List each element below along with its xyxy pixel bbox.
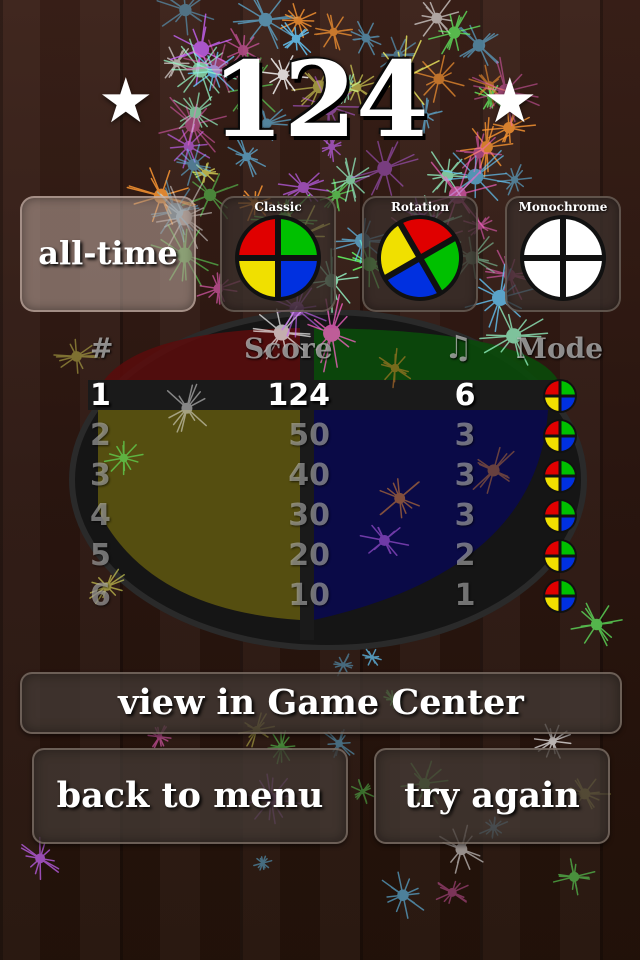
classic-mode-icon: [235, 215, 321, 301]
sparkle: [362, 648, 382, 666]
view-in-game-center-button[interactable]: view in Game Center: [20, 672, 622, 734]
row-notes: 3: [454, 498, 476, 533]
sparkle: [435, 880, 469, 904]
row-score: 124: [267, 378, 330, 413]
music-note-icon: ♫: [444, 328, 473, 366]
classic-mode-icon: [542, 378, 578, 414]
sparkle: [280, 3, 317, 39]
row-notes: 3: [454, 458, 476, 493]
score-row: 4 30 3: [80, 496, 600, 536]
score-row: 2 50 3: [80, 416, 600, 456]
row-rank: 3: [90, 458, 111, 493]
row-score: 40: [288, 458, 330, 493]
row-rank: 6: [90, 578, 111, 613]
monochrome-mode-label: Monochrome: [518, 200, 608, 214]
monochrome-mode-filter-button[interactable]: Monochrome: [505, 196, 621, 312]
score-row: 3 40 3: [80, 456, 600, 496]
sparkle: [253, 855, 273, 871]
final-score: 124: [211, 38, 429, 161]
classic-mode-icon: [542, 498, 578, 534]
row-score: 30: [288, 498, 330, 533]
row-notes: 6: [454, 378, 476, 413]
score-row: 6 10 1: [80, 576, 600, 616]
row-rank: 1: [90, 378, 111, 413]
rank-column-header: #: [90, 332, 114, 365]
row-rank: 2: [90, 418, 111, 453]
sparkle: [156, 0, 215, 36]
mode-column-header: Mode: [516, 332, 604, 365]
row-rank: 5: [90, 538, 111, 573]
classic-mode-icon: [542, 418, 578, 454]
rotation-mode-filter-button[interactable]: Rotation: [362, 196, 478, 312]
score-row: 5 20 2: [80, 536, 600, 576]
all-time-filter-button[interactable]: all-time: [20, 196, 196, 312]
score-header: ★ 124 ★: [0, 40, 640, 170]
score-column-header: Score: [244, 332, 333, 365]
rotation-mode-icon: [377, 215, 463, 301]
sparkle: [552, 858, 596, 896]
classic-mode-icon: [542, 538, 578, 574]
sparkle: [381, 871, 425, 919]
back-to-menu-button[interactable]: back to menu: [32, 748, 348, 844]
rotation-mode-label: Rotation: [390, 200, 450, 214]
row-notes: 1: [454, 578, 476, 613]
all-time-label: all-time: [38, 234, 178, 272]
row-score: 50: [288, 418, 330, 453]
classic-mode-filter-button[interactable]: Classic: [220, 196, 336, 312]
classic-mode-icon: [542, 578, 578, 614]
row-notes: 3: [454, 418, 476, 453]
row-notes: 2: [454, 538, 476, 573]
classic-mode-icon: [542, 458, 578, 494]
score-row: 1 124 6: [80, 376, 600, 416]
scores-table-header: # Score ♫ Mode: [80, 328, 620, 370]
row-score: 20: [288, 538, 330, 573]
monochrome-mode-icon: [520, 215, 606, 301]
right-star-icon: ★: [482, 64, 538, 137]
row-rank: 4: [90, 498, 111, 533]
sparkle: [351, 778, 375, 805]
row-score: 10: [288, 578, 330, 613]
try-again-button[interactable]: try again: [374, 748, 610, 844]
classic-mode-label: Classic: [254, 200, 302, 214]
sparkle: [414, 0, 460, 37]
